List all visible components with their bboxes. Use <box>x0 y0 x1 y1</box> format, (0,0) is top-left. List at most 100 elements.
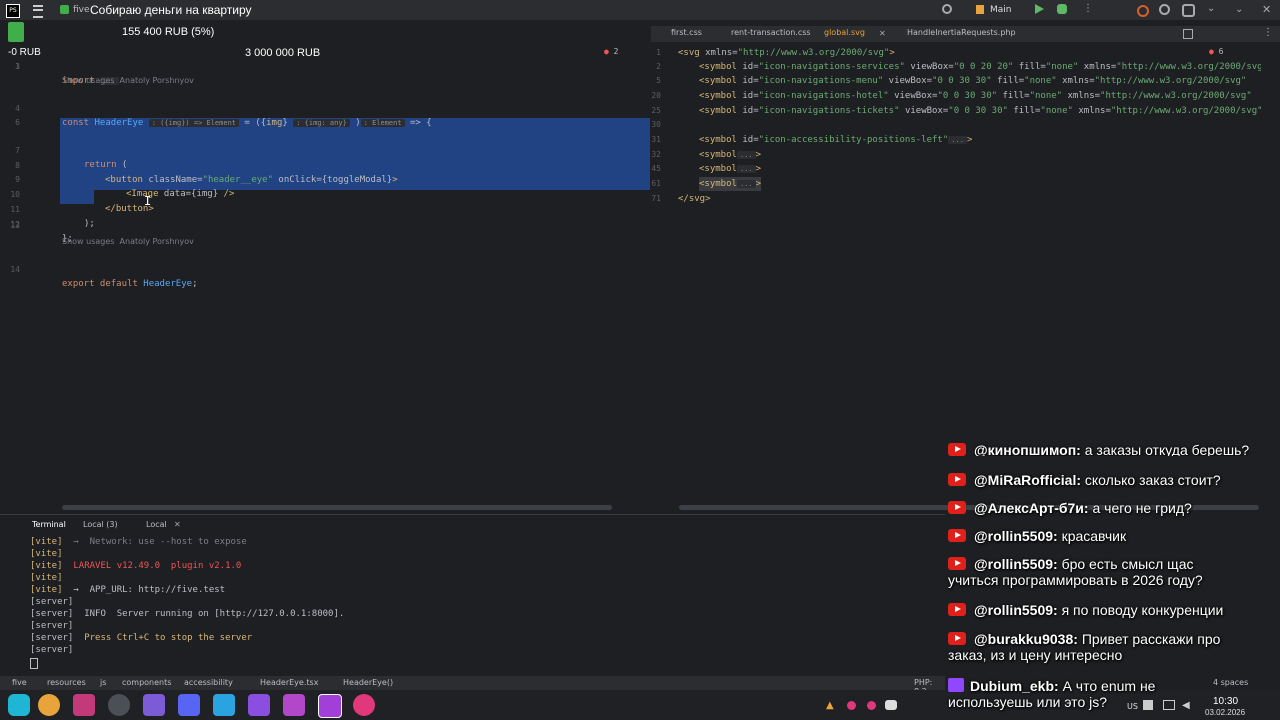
settings-icon[interactable] <box>1182 4 1195 17</box>
chat-message: @MiRaRofficial: сколько заказ стоит? <box>948 472 1221 488</box>
tray-record-icon[interactable] <box>847 701 856 710</box>
youtube-icon <box>948 443 966 456</box>
donation-left-amount: -0 RUB <box>8 47 41 58</box>
tray-display-icon[interactable] <box>1163 700 1175 710</box>
tab-global-svg[interactable]: global.svg <box>824 28 865 37</box>
project-badge-icon <box>60 5 69 14</box>
terminal-app-icon[interactable] <box>73 694 95 716</box>
breadcrumb-file[interactable]: HeaderEye.tsx <box>260 678 318 687</box>
code-line: 8 <button className="header__eye" onClic… <box>15 161 398 185</box>
telegram-app-icon[interactable] <box>213 694 235 716</box>
code-line: 5 const toggleModal : () => void = useAc… <box>0 102 650 116</box>
tray-warning-icon[interactable]: ▲ <box>826 700 834 711</box>
chat-message: Dubium_ekb: А что enum не используешь или… <box>948 678 1156 710</box>
obs-app-icon[interactable] <box>353 694 375 716</box>
minimize-window-icon[interactable]: ⌄ <box>1235 4 1243 15</box>
donation-collected: 155 400 RUB (5%) <box>122 26 215 38</box>
terminal-output: [vite] → Network: use --host to expose [… <box>0 536 940 669</box>
tab-close-icon[interactable]: ✕ <box>174 520 181 529</box>
breadcrumb-resources[interactable]: resources <box>47 678 86 687</box>
code-line: 2 <symbol id="icon-navigations-services" … <box>656 62 1261 72</box>
more-tabs-icon[interactable]: ⋮ <box>1263 27 1273 38</box>
main-menu-icon[interactable] <box>33 5 43 18</box>
clock-date[interactable]: 03.02.2026 <box>1205 708 1245 717</box>
title-bar: PS five Собираю деньги на квартиру Main … <box>0 0 1280 20</box>
code-line: 7 return ( <box>15 146 128 170</box>
code-line: 20 <symbol id="icon-navigations-hotel" vi… <box>651 91 1252 101</box>
project-title: Собираю деньги на квартиру <box>90 3 252 17</box>
run-icon[interactable] <box>1035 4 1044 14</box>
start-menu-icon[interactable] <box>8 694 30 716</box>
youtube-icon <box>948 632 966 645</box>
browser-app-icon[interactable] <box>108 694 130 716</box>
youtube-icon <box>948 501 966 514</box>
donation-target: 3 000 000 RUB <box>245 47 321 59</box>
code-line: 12 }; <box>10 220 73 244</box>
tray-record2-icon[interactable] <box>867 701 876 710</box>
tray-discord-icon[interactable] <box>885 700 897 710</box>
minimize-icon[interactable]: ⌄ <box>1207 3 1215 14</box>
chat-message: @кинопшимоп: а заказы откуда берешь? <box>948 442 1249 456</box>
youtube-icon <box>948 603 966 616</box>
tray-volume-icon[interactable]: ◀ <box>1182 700 1190 711</box>
text-cursor-icon: I <box>144 194 152 208</box>
chat-message: @rollin5509: красавчик <box>948 528 1126 544</box>
code-line: 4 const HeaderEye : ({img}) => Element =… <box>15 104 432 128</box>
breadcrumb-function[interactable]: HeaderEye() <box>343 678 393 687</box>
split-view-icon[interactable] <box>1183 29 1193 39</box>
tab-handle-inertia-requests[interactable]: HandleInertiaRequests.php <box>907 28 1016 37</box>
tab-terminal[interactable]: Terminal <box>32 520 66 529</box>
debug-icon[interactable] <box>1057 4 1067 14</box>
editor-tabs-right: first.css rent-transaction.css global.sv… <box>651 26 1280 42</box>
more-actions-icon[interactable]: ⋮ <box>1083 3 1093 14</box>
code-line: 1 import ... <box>0 46 650 86</box>
obsidian-app-icon[interactable] <box>143 694 165 716</box>
clock-time[interactable]: 10:30 <box>1213 696 1238 707</box>
run-config-icon[interactable] <box>976 5 984 14</box>
chat-message: @burakku9038: Привет расскажи про заказ, … <box>948 631 1221 663</box>
code-lens-usages[interactable]: Show usages Anatoly Porshnyov <box>62 235 194 249</box>
code-line: 10 </button> <box>10 190 154 214</box>
breadcrumb-accessibility[interactable]: accessibility <box>184 678 233 687</box>
vscode-app-icon[interactable] <box>248 694 270 716</box>
indent-setting[interactable]: 4 spaces <box>1213 678 1248 687</box>
breadcrumb-js[interactable]: js <box>100 678 106 687</box>
settings-gear-icon[interactable] <box>942 4 952 14</box>
phpstorm-app-icon[interactable] <box>318 694 342 718</box>
horizontal-scrollbar[interactable] <box>62 505 612 510</box>
twitch-icon <box>948 678 964 692</box>
project-name[interactable]: five <box>73 5 90 15</box>
tab-first-css[interactable]: first.css <box>671 28 702 37</box>
donation-progress-fill <box>8 22 24 42</box>
editor-left[interactable]: 1 import ... 3 Show usages Anatoly Porsh… <box>0 44 650 514</box>
code-line: 25 <symbol id="icon-navigations-tickets" … <box>651 106 1261 116</box>
code-line: 11 ); <box>10 205 95 229</box>
youtube-icon <box>948 557 966 570</box>
chat-message: @rollin5509: бро есть смысл щас учиться п… <box>948 556 1203 588</box>
tab-close-icon[interactable]: ✕ <box>879 29 886 38</box>
tab-rent-transaction-css[interactable]: rent-transaction.css <box>731 28 811 37</box>
tab-local-3[interactable]: Local (3) <box>83 520 118 529</box>
chat-message: @АлексАрт-б7и: а чего не грид? <box>948 500 1192 516</box>
status-bar: five resources js components accessibili… <box>0 676 945 696</box>
problems-indicator[interactable]: ● 6 <box>1209 47 1223 56</box>
branch-selector[interactable]: Main <box>990 5 1012 15</box>
notifications-icon[interactable] <box>1137 5 1149 17</box>
problems-indicator[interactable]: ● 2 <box>604 47 618 56</box>
youtube-icon <box>948 529 966 542</box>
discord-app-icon[interactable] <box>178 694 200 716</box>
app-logo-icon: PS <box>6 4 20 18</box>
close-window-icon[interactable]: ✕ <box>1262 3 1271 16</box>
files-app-icon[interactable] <box>283 694 305 716</box>
search-icon[interactable] <box>1159 4 1170 15</box>
code-line: 5 <symbol id="icon-navigations-menu" view… <box>656 76 1247 86</box>
breadcrumb-project[interactable]: five <box>12 678 27 687</box>
code-line: 9 <Image data={img} /> <box>15 175 235 199</box>
settings-app-icon[interactable] <box>38 694 60 716</box>
chat-message: @rollin5509: я по поводу конкуренции <box>948 602 1223 618</box>
tab-local[interactable]: Local <box>146 520 167 529</box>
youtube-icon <box>948 473 966 486</box>
code-lens-usages[interactable]: Show usages Anatoly Porshnyov <box>62 74 194 88</box>
code-line: 14 export default HeaderEye; <box>10 265 198 289</box>
breadcrumb-components[interactable]: components <box>122 678 171 687</box>
